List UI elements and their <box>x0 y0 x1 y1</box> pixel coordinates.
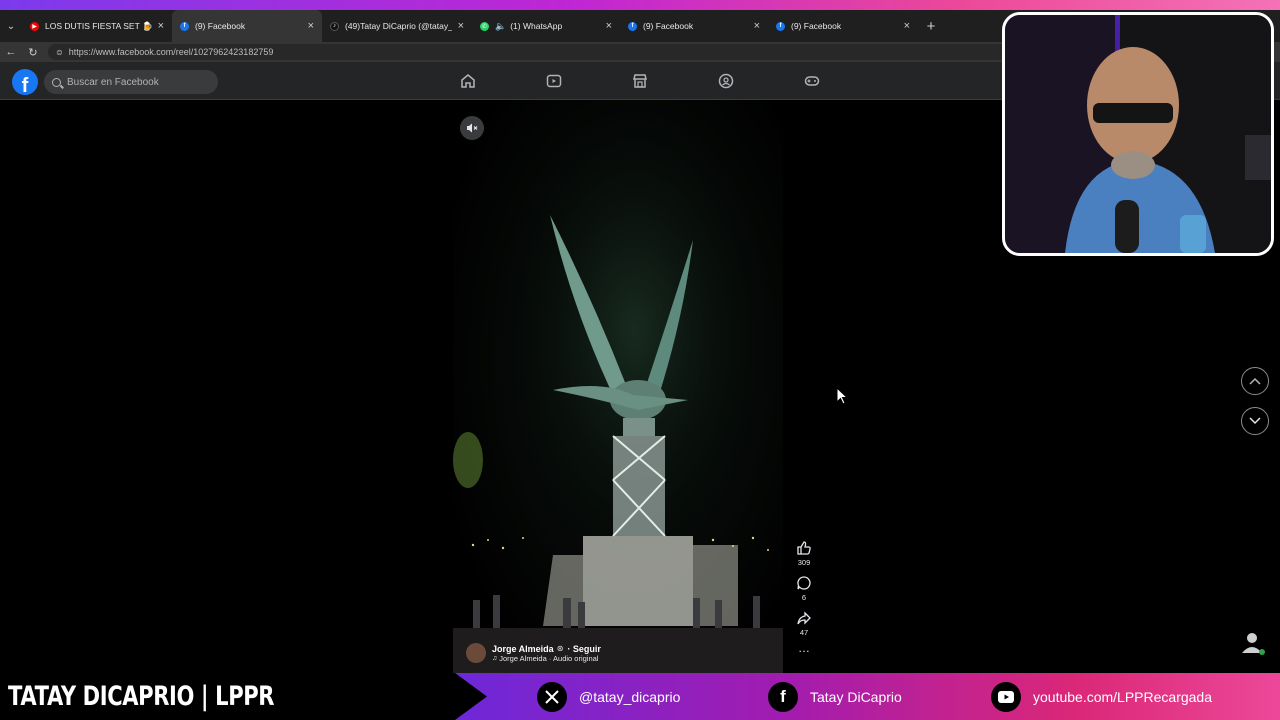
facebook-handle: Tatay DiCaprio <box>810 689 902 705</box>
mouse-cursor-icon <box>836 386 849 410</box>
audio-source[interactable]: Jorge Almeida · Audio original <box>499 654 598 663</box>
gaming-icon[interactable] <box>802 71 822 91</box>
music-note-icon: ♫ <box>492 654 498 662</box>
reel-actions: 309 6 47 … <box>790 540 818 659</box>
facebook-icon: f <box>768 682 798 712</box>
reload-icon[interactable]: ↻ <box>22 46 44 59</box>
facebook-icon: f <box>180 21 189 31</box>
stream-banner: TATAY DICAPRIO | LPPR @tatay_dicaprio f … <box>0 673 1280 720</box>
youtube-icon: ▶ <box>30 21 39 31</box>
tiktok-icon: ♪ <box>330 21 339 31</box>
new-tab-icon[interactable]: + <box>918 18 944 35</box>
whatsapp-icon: ✆ <box>480 21 489 31</box>
author-name[interactable]: Jorge Almeida <box>492 644 554 654</box>
reel-author: Jorge Almeida ⊛ · Seguir ♫ Jorge Almeida… <box>466 638 601 668</box>
browser-tab[interactable]: f (9) Facebook × <box>768 10 918 42</box>
muted-speaker-icon[interactable] <box>460 116 484 140</box>
close-tab-icon[interactable]: × <box>458 20 464 32</box>
close-tab-icon[interactable]: × <box>606 20 612 32</box>
url-text: https://www.facebook.com/reel/1027962423… <box>68 47 274 57</box>
facebook-icon: f <box>628 21 637 31</box>
webcam-overlay <box>1002 12 1274 256</box>
speaker-icon: 🔈 <box>495 20 507 31</box>
groups-icon[interactable] <box>716 71 736 91</box>
social-x: @tatay_dicaprio <box>537 682 680 712</box>
reel-video[interactable] <box>453 100 783 673</box>
like-count: 309 <box>797 558 811 567</box>
share-icon <box>797 611 811 625</box>
previous-reel-chevron-up-icon[interactable] <box>1241 367 1269 395</box>
share-count: 47 <box>799 628 809 637</box>
browser-tab-active[interactable]: f (9) Facebook × <box>172 10 322 42</box>
tab-search-chevron-icon[interactable]: ⌄ <box>0 10 22 42</box>
x-handle: @tatay_dicaprio <box>579 689 681 705</box>
site-info-icon[interactable]: ⊜ <box>56 48 63 57</box>
social-youtube: youtube.com/LPPRecargada <box>991 682 1212 712</box>
thumbs-up-icon <box>797 541 811 555</box>
comment-icon <box>797 576 811 590</box>
facebook-icon: f <box>776 21 785 31</box>
like-button[interactable]: 309 <box>790 540 818 567</box>
profile-avatar-icon[interactable] <box>1237 627 1267 657</box>
close-tab-icon[interactable]: × <box>904 20 910 32</box>
next-reel-chevron-down-icon[interactable] <box>1241 407 1269 435</box>
marketplace-icon[interactable] <box>630 71 650 91</box>
facebook-logo-icon[interactable]: f <box>12 69 38 95</box>
facebook-search[interactable] <box>44 70 218 94</box>
stream-top-strip <box>0 0 1280 10</box>
streamer-webcam <box>1005 15 1271 253</box>
youtube-icon <box>991 682 1021 712</box>
search-icon <box>52 77 61 87</box>
youtube-handle: youtube.com/LPPRecargada <box>1033 689 1212 705</box>
close-tab-icon[interactable]: × <box>754 20 760 32</box>
verified-icon: ⊛ <box>556 644 564 653</box>
back-arrow-icon[interactable]: ← <box>0 46 22 58</box>
monument-scene <box>453 100 783 673</box>
comment-button[interactable]: 6 <box>790 575 818 602</box>
browser-tab[interactable]: ✆ 🔈 (1) WhatsApp × <box>472 10 620 42</box>
close-tab-icon[interactable]: × <box>308 20 314 32</box>
browser-tab[interactable]: ♪ (49)Tatay DiCaprio (@tatay_dicaprio × <box>322 10 472 42</box>
video-icon[interactable] <box>544 71 564 91</box>
comment-count: 6 <box>801 593 807 602</box>
follow-button[interactable]: · Seguir <box>567 644 601 654</box>
url-field[interactable]: ⊜ https://www.facebook.com/reel/10279624… <box>48 44 1008 60</box>
browser-tab[interactable]: f (9) Facebook × <box>620 10 768 42</box>
search-input[interactable] <box>67 76 207 88</box>
social-facebook: f Tatay DiCaprio <box>768 682 902 712</box>
x-icon <box>537 682 567 712</box>
browser-tab[interactable]: ▶ LOS DUTIS FIESTA SET 🍺 25 MIN × <box>22 10 172 42</box>
close-tab-icon[interactable]: × <box>158 20 164 32</box>
share-button[interactable]: 47 <box>790 610 818 637</box>
avatar[interactable] <box>466 643 486 663</box>
home-icon[interactable] <box>458 71 478 91</box>
more-options-icon[interactable]: … <box>790 642 818 654</box>
channel-title: TATAY DICAPRIO | LPPR <box>8 681 275 712</box>
